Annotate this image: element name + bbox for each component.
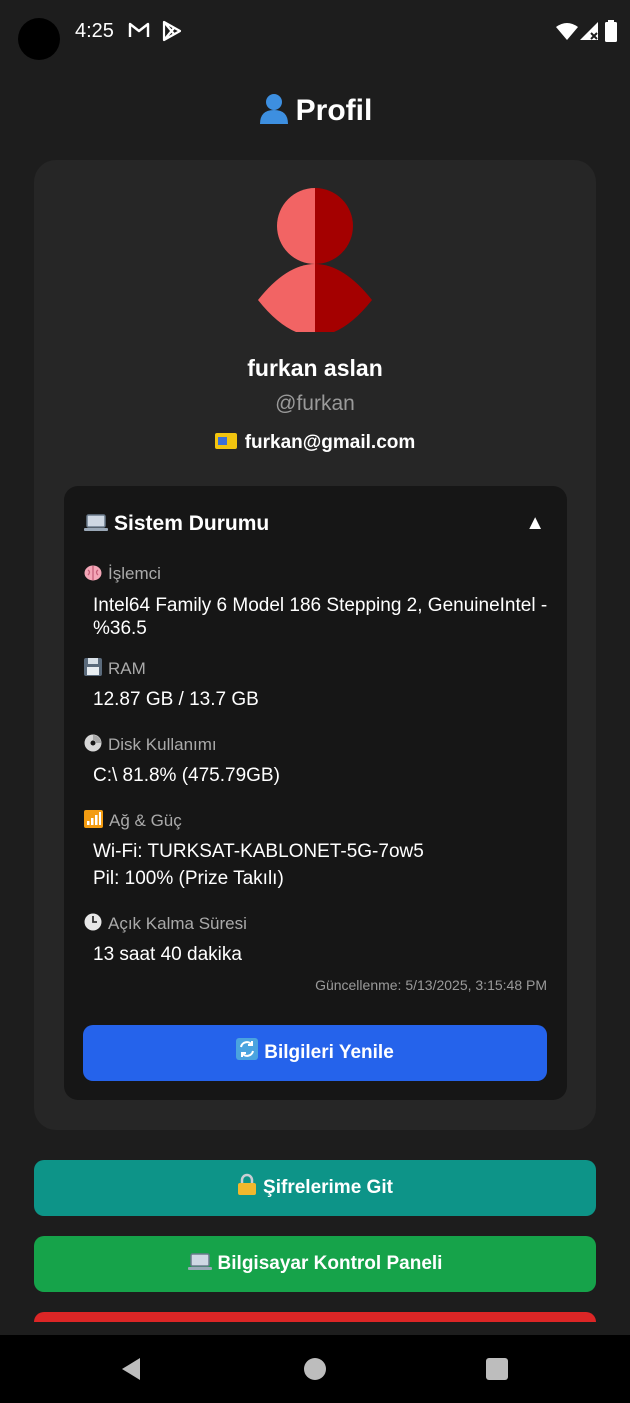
profile-card: furkan aslan @furkan furkan@gmail.com Si… <box>34 160 596 1130</box>
control-panel-button-label: Bilgisayar Kontrol Paneli <box>217 1253 443 1274</box>
collapse-toggle-icon[interactable]: ▲ <box>525 512 545 535</box>
laptop-icon <box>84 514 108 538</box>
battery-icon <box>605 20 617 42</box>
cpu-label: İşlemci <box>84 564 161 586</box>
uptime-label: Açık Kalma Süresi <box>84 913 247 936</box>
uptime-value: 13 saat 40 dakika <box>93 944 242 965</box>
network-label-text: Ağ & Güç <box>109 811 182 830</box>
user-name: furkan aslan <box>247 355 383 381</box>
refresh-button-label: Bilgileri Yenile <box>264 1042 394 1063</box>
status-time: 4:25 <box>75 20 114 42</box>
last-updated: Güncellenme: 5/13/2025, 3:15:48 PM <box>315 977 547 993</box>
laptop-icon <box>187 1238 212 1294</box>
person-silhouette-icon <box>258 92 290 132</box>
recent-apps-icon[interactable] <box>486 1358 508 1380</box>
camera-cutout <box>18 18 60 60</box>
uptime-label-text: Açık Kalma Süresi <box>108 914 247 933</box>
system-status-panel: Sistem Durumu ▲ İşlemci Intel64 Family 6… <box>64 486 567 1100</box>
email-icon <box>214 433 237 449</box>
ram-label-text: RAM <box>108 659 146 678</box>
play-store-icon <box>162 20 182 42</box>
ram-label: RAM <box>84 658 146 681</box>
back-icon[interactable] <box>120 1357 142 1386</box>
signal-bars-icon <box>84 810 103 833</box>
status-bar: 4:25 <box>0 0 630 64</box>
passwords-button[interactable]: Şifrelerime Git <box>34 1160 596 1216</box>
network-label: Ağ & Güç <box>84 810 182 833</box>
page-title: Profil <box>0 92 630 132</box>
cpu-label-text: İşlemci <box>108 564 161 583</box>
avatar <box>258 188 372 332</box>
user-email: furkan@gmail.com <box>34 432 596 454</box>
wifi-icon <box>556 22 578 40</box>
passwords-button-label: Şifrelerime Git <box>263 1177 393 1198</box>
user-handle: @furkan <box>275 392 355 415</box>
navigation-bar <box>0 1335 630 1403</box>
red-action-button[interactable] <box>34 1312 596 1322</box>
cpu-value: Intel64 Family 6 Model 186 Stepping 2, G… <box>93 595 548 639</box>
user-email-text: furkan@gmail.com <box>244 432 416 453</box>
disk-label-text: Disk Kullanımı <box>108 735 217 754</box>
refresh-button[interactable]: Bilgileri Yenile <box>83 1025 547 1081</box>
ram-value: 12.87 GB / 13.7 GB <box>93 689 259 710</box>
lock-icon <box>237 1162 257 1218</box>
disk-label: Disk Kullanımı <box>84 734 217 757</box>
system-status-title[interactable]: Sistem Durumu <box>84 512 269 538</box>
control-panel-button[interactable]: Bilgisayar Kontrol Paneli <box>34 1236 596 1292</box>
system-status-title-text: Sistem Durumu <box>114 512 270 535</box>
clock-icon <box>84 913 102 936</box>
brain-icon <box>84 565 102 586</box>
signal-icon <box>580 22 600 40</box>
gmail-icon <box>128 20 150 40</box>
battery-value: Pil: 100% (Prize Takılı) <box>93 868 284 889</box>
refresh-icon <box>236 1027 259 1083</box>
disk-value: C:\ 81.8% (475.79GB) <box>93 765 280 786</box>
home-icon[interactable] <box>304 1358 326 1380</box>
wifi-value: Wi-Fi: TURKSAT-KABLONET-5G-7ow5 <box>93 841 424 862</box>
page-title-text: Profil <box>295 94 373 127</box>
floppy-icon <box>84 658 102 681</box>
disc-icon <box>84 734 102 757</box>
